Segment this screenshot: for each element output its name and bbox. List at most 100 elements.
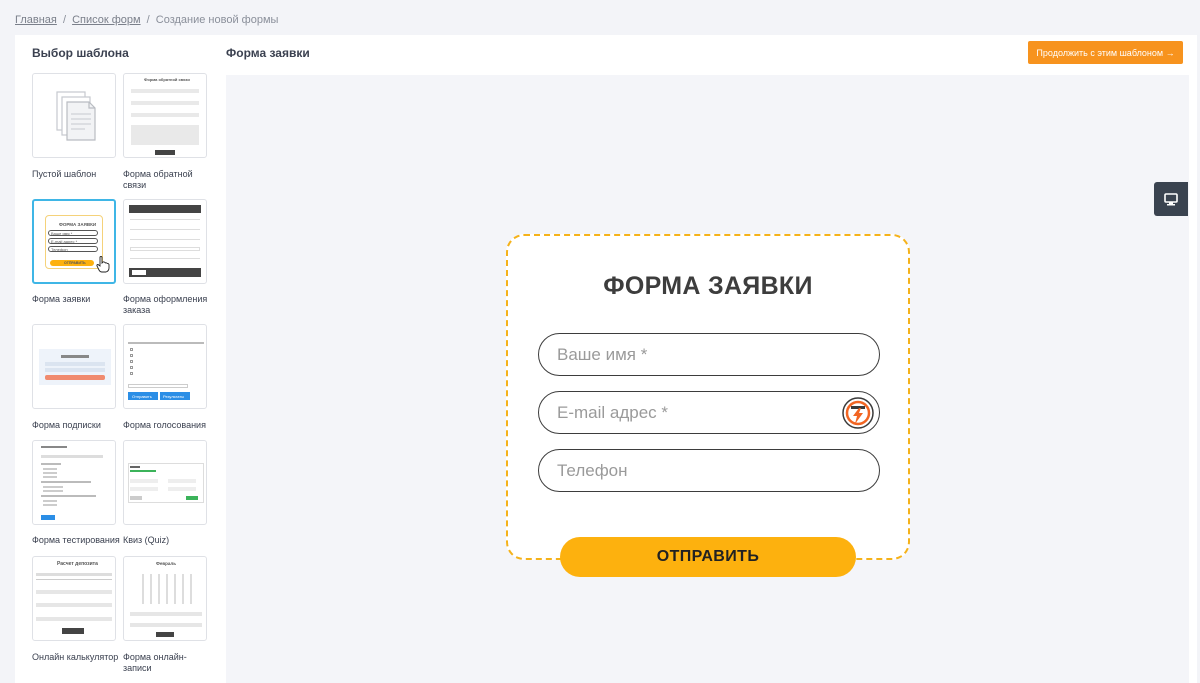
template-blank[interactable] [32, 73, 116, 158]
thumb-field [130, 479, 158, 483]
thumb-line [43, 500, 57, 502]
thumb-button [156, 632, 174, 637]
thumb-field [45, 368, 105, 372]
template-calculator[interactable]: Расчет депозита [32, 556, 116, 641]
template-feedback[interactable]: Форма обратной связи [123, 73, 207, 158]
thumb-line [130, 258, 200, 259]
thumb-line [43, 490, 63, 492]
thumb-field [128, 384, 188, 388]
template-request[interactable]: ФОРМА ЗАЯВКИ Ваше имя * E-mail адрес * Т… [32, 199, 116, 284]
thumb-checkbox [130, 372, 133, 375]
template-label: Форма голосования [123, 420, 206, 430]
thumb-line [43, 468, 57, 470]
breadcrumb-separator: / [62, 14, 66, 26]
breadcrumb-current: Создание новой формы [155, 14, 279, 26]
template-test[interactable] [32, 440, 116, 525]
hand-cursor-icon [96, 256, 110, 273]
thumb-checkbox [130, 366, 133, 369]
document-stack-icon [56, 91, 96, 141]
thumb-line [43, 504, 57, 506]
thumb-field [131, 113, 199, 117]
thumb-header [129, 205, 201, 213]
thumb-line [43, 472, 57, 474]
thumb-back-button [130, 496, 142, 500]
thumb-button [62, 628, 84, 634]
template-label: Форма тестирования [32, 535, 120, 545]
continue-template-button[interactable]: Продолжить с этим шаблоном → [1028, 41, 1183, 64]
thumb-button [41, 515, 55, 520]
thumb-field-text: Ваше имя * [51, 231, 73, 236]
desktop-icon [1164, 192, 1178, 205]
sidebar-title: Выбор шаблона [32, 46, 129, 60]
template-label: Форма оформления заказа [123, 294, 208, 315]
thumb-checkbox [130, 354, 133, 357]
thumb-results-text: Результаты [163, 394, 185, 399]
breadcrumb: Главная / Список форм / Создание новой ф… [15, 14, 278, 26]
breadcrumb-home-link[interactable]: Главная [15, 14, 57, 26]
email-input[interactable]: E-mail адрес * [538, 391, 880, 434]
template-subscribe[interactable] [32, 324, 116, 409]
thumb-line [41, 481, 91, 483]
thumb-submit-text: ОТПРАВИТЬ [64, 261, 86, 265]
thumb-line [43, 486, 63, 488]
phone-input[interactable]: Телефон [538, 449, 880, 492]
preview-form-title: ФОРМА ЗАЯВКИ [603, 272, 813, 300]
thumb-checkbox [130, 348, 133, 351]
thumb-title: Расчет депозита [57, 561, 98, 567]
thumb-slider [36, 579, 112, 580]
preview-form: ФОРМА ЗАЯВКИ Ваше имя * E-mail адрес * Т… [506, 234, 910, 560]
thumb-field [131, 89, 199, 93]
thumb-field [41, 455, 103, 458]
thumb-line [41, 463, 61, 465]
template-label: Пустой шаблон [32, 169, 97, 179]
thumb-checkbox [130, 360, 133, 363]
email-placeholder: E-mail адрес * [557, 402, 669, 422]
thumb-field-text: Телефон [51, 247, 68, 252]
main-title: Форма заявки [226, 46, 310, 60]
thumb-calendar [136, 574, 198, 604]
template-label: Форма обратной связи [123, 169, 193, 190]
template-vote[interactable]: Отправить Результаты [123, 324, 207, 409]
thumb-send-text: Отправить [132, 394, 152, 399]
thumb-field [36, 590, 112, 594]
thumb-month: Февраль [156, 561, 176, 566]
template-label: Онлайн калькулятор [32, 652, 119, 662]
submit-button[interactable]: ОТПРАВИТЬ [560, 537, 856, 577]
template-label: Форма заявки [32, 294, 91, 304]
breadcrumb-separator: / [146, 14, 150, 26]
template-quiz[interactable] [123, 440, 207, 525]
thumb-field [168, 487, 196, 491]
thumb-field [130, 612, 202, 616]
thumb-field [130, 487, 158, 491]
breadcrumb-forms-link[interactable]: Список форм [72, 14, 141, 26]
thumb-title [130, 466, 140, 468]
thumb-line [41, 495, 96, 497]
thumb-question [128, 342, 204, 344]
thumb-next-button [186, 496, 198, 500]
device-toggle-button[interactable] [1154, 182, 1188, 216]
thumb-line [43, 476, 57, 478]
lightning-badge-icon [842, 397, 874, 429]
thumb-line [130, 219, 200, 220]
thumb-title [41, 446, 67, 448]
thumb-title: Форма обратной связи [144, 77, 190, 82]
thumb-field [168, 479, 196, 483]
thumb-field [130, 623, 202, 627]
thumb-title: ФОРМА ЗАЯВКИ [59, 222, 97, 227]
thumb-title [61, 355, 89, 358]
thumb-button [132, 270, 146, 275]
template-checkout[interactable] [123, 199, 207, 284]
thumb-select [36, 603, 112, 607]
thumb-field [36, 617, 112, 621]
thumb-select [130, 247, 200, 251]
template-booking[interactable]: Февраль [123, 556, 207, 641]
template-label: Форма онлайн-записи [123, 652, 187, 673]
template-sidebar: Выбор шаблона Пустой шаблон Форма обратн… [15, 35, 226, 683]
thumb-field [36, 573, 112, 576]
thumb-textarea [131, 125, 199, 145]
name-input[interactable]: Ваше имя * [538, 333, 880, 376]
template-label: Форма подписки [32, 420, 101, 430]
template-label: Квиз (Quiz) [123, 535, 170, 545]
thumb-line [130, 239, 200, 240]
thumb-button [155, 150, 175, 155]
